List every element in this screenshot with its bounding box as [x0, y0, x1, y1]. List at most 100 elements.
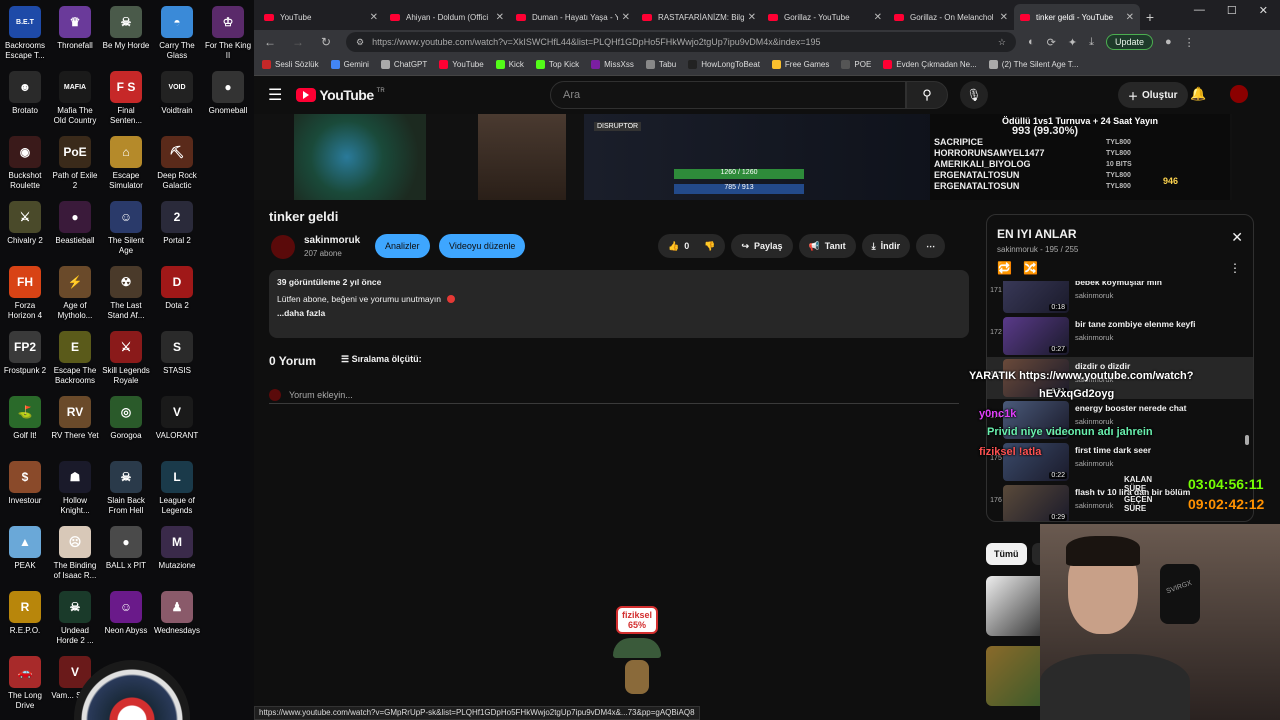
playlist-title[interactable]: EN IYI ANLAR — [997, 227, 1077, 241]
bookmark-item[interactable]: POE — [841, 60, 871, 69]
show-more-link[interactable]: ...daha fazla — [277, 308, 961, 318]
close-tab-icon[interactable]: ✕ — [622, 12, 630, 23]
desktop-icon[interactable]: 🚗 The Long Drive — [0, 656, 50, 711]
bookmark-item[interactable]: Kick — [495, 60, 524, 69]
desktop-icon[interactable]: R R.E.P.O. — [0, 591, 50, 636]
desktop-icon[interactable]: ⌂ Escape Simulator — [101, 136, 151, 191]
playlist-item[interactable]: 171 0:18 bebek koymuşlar mın sakinmoruk — [987, 281, 1253, 315]
desktop-icon[interactable]: E Escape The Backrooms — [50, 331, 100, 386]
browser-tab[interactable]: Ahiyan - Doldum (Offici ✕ — [384, 4, 510, 30]
desktop-icon[interactable]: ☻ Brotato — [0, 71, 50, 116]
desktop-icon[interactable]: ⚡ Age of Mytholo... — [50, 266, 100, 321]
desktop-icon[interactable]: ⚔ Skill Legends Royale — [101, 331, 151, 386]
update-button[interactable]: Update — [1105, 34, 1153, 50]
promote-button[interactable]: 📢 Tanıt — [798, 234, 856, 258]
browser-tab[interactable]: Gorillaz - YouTube ✕ — [762, 4, 888, 30]
more-actions-button[interactable]: ⋯ — [916, 234, 946, 258]
desktop-icon[interactable]: ♛ Thronefall — [50, 6, 100, 51]
bookmark-item[interactable]: HowLongToBeat — [688, 60, 760, 69]
forward-icon[interactable]: → — [290, 35, 306, 49]
desktop-icon[interactable]: ☠ Be My Horde — [101, 6, 151, 51]
edit-video-button[interactable]: Videoyu düzenle — [439, 234, 526, 258]
desktop-icon[interactable]: VOID Voidtrain — [152, 71, 202, 116]
desktop-icon[interactable]: ◎ Gorogoa — [101, 396, 151, 441]
desktop-icon[interactable]: ☠ Undead Horde 2 ... — [50, 591, 100, 646]
browser-tab[interactable]: Duman - Hayatı Yaşa - Y ✕ — [510, 4, 636, 30]
desktop-icon[interactable]: PoE Path of Exile 2 — [50, 136, 100, 191]
bookmark-item[interactable]: ChatGPT — [380, 60, 427, 69]
desktop-icon[interactable]: ☺ Neon Abyss — [101, 591, 151, 636]
desktop-icon[interactable]: S STASIS — [152, 331, 202, 376]
close-tab-icon[interactable]: ✕ — [874, 12, 882, 23]
loop-icon[interactable]: 🔁 — [997, 261, 1012, 275]
desktop-icon[interactable]: $ Investour — [0, 461, 50, 506]
download-button[interactable]: ⤓ İndir — [861, 234, 911, 258]
notifications-bell-icon[interactable]: 🔔 — [1190, 86, 1206, 102]
desktop-icon[interactable]: FH Forza Horizon 4 — [0, 266, 50, 321]
desktop-icon[interactable]: ◉ Buckshot Roulette — [0, 136, 50, 191]
description-box[interactable]: 39 görüntüleme 2 yıl önce Lütfen abone, … — [269, 270, 969, 338]
bookmark-star-icon[interactable]: ☆ — [998, 37, 1006, 48]
chip-all[interactable]: Tümü — [986, 543, 1027, 565]
extensions-puzzle-icon[interactable]: ✦ — [1068, 36, 1077, 49]
bookmark-item[interactable]: Free Games — [771, 60, 829, 69]
playlist-item[interactable]: 172 0:27 bir tane zombiye elenme keyfi saki… — [987, 315, 1253, 357]
address-bar[interactable]: ⚙ https://www.youtube.com/watch?v=XkISWC… — [346, 32, 1016, 52]
desktop-icon[interactable]: ☗ Hollow Knight... — [50, 461, 100, 516]
desktop-icon[interactable]: RV RV There Yet — [50, 396, 100, 441]
close-tab-icon[interactable]: ✕ — [1000, 12, 1008, 23]
extension-icon[interactable]: ◐ — [1028, 36, 1035, 48]
suggested-thumbnail[interactable] — [986, 646, 1046, 706]
youtube-logo[interactable]: YouTube TR — [296, 87, 385, 103]
account-avatar[interactable] — [1230, 85, 1248, 103]
menu-kebab-icon[interactable]: ⋮ — [1229, 261, 1241, 275]
share-button[interactable]: ↪ Paylaş — [731, 234, 793, 258]
channel-avatar[interactable] — [271, 235, 295, 259]
close-tab-icon[interactable]: ✕ — [1126, 12, 1134, 23]
thumbs-down-icon[interactable]: 👎 — [704, 241, 715, 252]
close-window-icon[interactable]: ✕ — [1259, 4, 1268, 17]
video-player[interactable]: DISRUPTOR 1260 / 1260 785 / 913 Ödüllü 1… — [254, 114, 1232, 200]
bookmark-item[interactable]: YouTube — [439, 60, 484, 69]
bookmark-item[interactable]: Tabu — [645, 60, 676, 69]
desktop-icon[interactable]: F S Final Senten... — [101, 71, 151, 126]
bookmark-item[interactable]: (2) The Silent Age T... — [988, 60, 1078, 69]
desktop-icon[interactable]: 2 Portal 2 — [152, 201, 202, 246]
bookmark-item[interactable]: Top Kick — [535, 60, 579, 69]
desktop-icon[interactable]: ☹ The Binding of Isaac R... — [50, 526, 100, 581]
desktop-icon[interactable]: ☺ The Silent Age — [101, 201, 151, 256]
desktop-icon[interactable]: MAFIA Mafia The Old Country — [50, 71, 100, 126]
browser-tab[interactable]: RASTAFARİANİZM: Bilgi ✕ — [636, 4, 762, 30]
search-input[interactable]: Ara — [550, 81, 906, 109]
desktop-icon[interactable]: ⛳ Golf It! — [0, 396, 50, 441]
desktop-icon[interactable]: ● Gnomeball — [203, 71, 253, 116]
desktop-icon[interactable]: ◓ Carry The Glass — [152, 6, 202, 61]
profile-avatar[interactable]: ● — [1165, 36, 1172, 48]
close-tab-icon[interactable]: ✕ — [496, 12, 504, 23]
maximize-icon[interactable]: ☐ — [1227, 4, 1237, 17]
playlist-scrollbar[interactable] — [1245, 435, 1249, 445]
desktop-icon[interactable]: ☢ The Last Stand Af... — [101, 266, 151, 321]
desktop-icon[interactable]: ♟ Wednesdays — [152, 591, 202, 636]
browser-tab[interactable]: YouTube ✕ — [258, 4, 384, 30]
desktop-icon[interactable]: ⛏ Deep Rock Galactic — [152, 136, 202, 191]
extension-icon[interactable]: ⟳ — [1047, 36, 1056, 49]
back-icon[interactable]: ← — [262, 35, 278, 49]
browser-tab[interactable]: Gorillaz - On Melanchol ✕ — [888, 4, 1014, 30]
desktop-icon[interactable]: ● BALL x PIT — [101, 526, 151, 571]
add-comment-input[interactable]: Yorum ekleyin... — [269, 386, 959, 404]
bookmark-item[interactable]: Evden Çıkmadan Ne... — [883, 60, 977, 69]
close-tab-icon[interactable]: ✕ — [370, 12, 378, 23]
hamburger-menu-icon[interactable]: ☰ — [268, 85, 282, 105]
bookmark-item[interactable]: MissXss — [591, 60, 634, 69]
shuffle-icon[interactable]: 🔀 — [1023, 261, 1038, 275]
voice-search-button[interactable]: 🎙 — [960, 81, 988, 109]
desktop-icon[interactable]: ⚔ Chivalry 2 — [0, 201, 50, 246]
reload-icon[interactable]: ↻ — [318, 35, 334, 49]
new-tab-button[interactable]: + — [1140, 4, 1160, 30]
minimize-icon[interactable]: — — [1194, 4, 1205, 17]
desktop-icon[interactable]: L League of Legends — [152, 461, 202, 516]
desktop-icon[interactable]: B.E.T Backrooms Escape T... — [0, 6, 50, 61]
desktop-icon[interactable]: ☠ Slain Back From Hell — [101, 461, 151, 516]
download-icon[interactable]: ⤓ — [1089, 36, 1094, 49]
